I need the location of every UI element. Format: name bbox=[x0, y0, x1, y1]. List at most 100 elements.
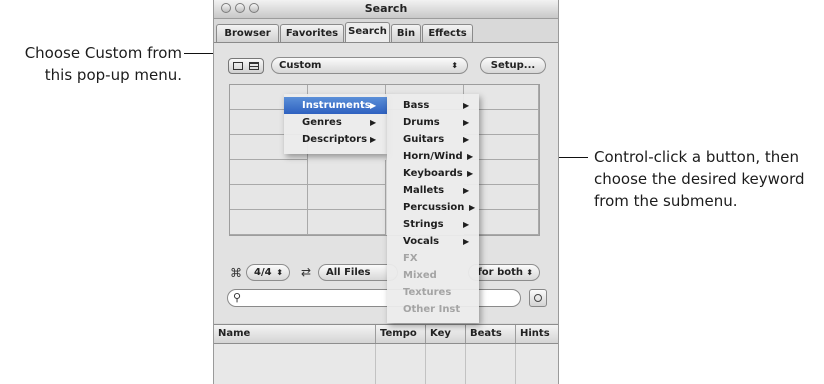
submenu-arrow-icon: ▶ bbox=[463, 101, 470, 110]
keyword-button[interactable] bbox=[308, 185, 386, 210]
window-title: Search bbox=[364, 2, 408, 15]
submenu-arrow-icon: ▶ bbox=[463, 220, 470, 229]
reset-icon bbox=[534, 294, 542, 302]
column-header-hints[interactable]: Hints bbox=[515, 325, 558, 343]
results-table-header: Name Tempo Key Beats Hints bbox=[214, 324, 558, 344]
menu-item-label: Horn/Wind bbox=[403, 151, 463, 162]
column-divider bbox=[515, 344, 516, 384]
submenu-item-drums[interactable]: Drums ▶ bbox=[387, 114, 479, 131]
submenu-item-percussion[interactable]: Percussion ▶ bbox=[387, 199, 479, 216]
column-view-icon[interactable] bbox=[249, 62, 259, 70]
instruments-submenu: Bass ▶ Drums ▶ Guitars ▶ Horn/Wind ▶ Key… bbox=[387, 94, 479, 323]
popup-arrows-icon: ⬍ bbox=[526, 268, 533, 277]
title-bar: Search bbox=[214, 0, 558, 19]
submenu-item-strings[interactable]: Strings ▶ bbox=[387, 216, 479, 233]
menu-item-label: Vocals bbox=[403, 236, 440, 247]
menu-item-label: Descriptors bbox=[302, 134, 368, 145]
column-header-key[interactable]: Key bbox=[425, 325, 465, 343]
setup-button-label: Setup... bbox=[490, 60, 536, 71]
column-divider bbox=[375, 344, 376, 384]
custom-popup[interactable]: Custom ⬍ bbox=[271, 57, 468, 74]
reset-search-button[interactable] bbox=[529, 289, 547, 307]
column-header-tempo[interactable]: Tempo bbox=[375, 325, 425, 343]
submenu-item-mixed: Mixed bbox=[387, 267, 479, 284]
menu-item-genres[interactable]: Genres ▶ bbox=[284, 114, 387, 131]
submenu-arrow-icon: ▶ bbox=[467, 169, 474, 178]
callout-left-line-1: Choose Custom from bbox=[24, 44, 182, 62]
submenu-arrow-icon: ▶ bbox=[463, 135, 470, 144]
callout-left-line-2: this pop-up menu. bbox=[44, 66, 182, 84]
popup-arrows-icon: ⬍ bbox=[276, 268, 283, 277]
callout-right-line-2: choose the desired keyword bbox=[594, 170, 805, 188]
good-for-popup-label: for both bbox=[477, 267, 523, 278]
custom-popup-label: Custom bbox=[279, 60, 322, 71]
setup-button[interactable]: Setup... bbox=[480, 57, 546, 74]
menu-item-label: Textures bbox=[403, 287, 452, 298]
column-header-beats[interactable]: Beats bbox=[465, 325, 515, 343]
button-view-icon[interactable] bbox=[233, 62, 243, 70]
submenu-item-textures: Textures bbox=[387, 284, 479, 301]
tab-effects[interactable]: Effects bbox=[422, 24, 473, 43]
menu-item-instruments[interactable]: Instruments ▶ bbox=[284, 97, 387, 114]
keyword-button[interactable] bbox=[230, 160, 308, 185]
menu-item-label: Percussion bbox=[403, 202, 465, 213]
submenu-arrow-icon: ▶ bbox=[463, 237, 470, 246]
column-divider bbox=[425, 344, 426, 384]
submenu-arrow-icon: ▶ bbox=[463, 118, 470, 127]
view-toggle[interactable] bbox=[228, 58, 264, 74]
menu-item-label: Bass bbox=[403, 100, 430, 111]
callout-right-line-3: from the submenu. bbox=[594, 192, 738, 210]
scale-popup[interactable]: All Files bbox=[318, 264, 398, 281]
submenu-item-fx: FX bbox=[387, 250, 479, 267]
menu-item-descriptors[interactable]: Descriptors ▶ bbox=[284, 131, 387, 148]
scale-icon: ⇄ bbox=[301, 265, 312, 279]
keyword-category-menu: Instruments ▶ Genres ▶ Descriptors ▶ bbox=[284, 94, 387, 154]
callout-right: Control-click a button, then choose the … bbox=[594, 146, 822, 212]
submenu-item-keyboards[interactable]: Keyboards ▶ bbox=[387, 165, 479, 182]
tab-favorites[interactable]: Favorites bbox=[280, 24, 344, 43]
results-table-body bbox=[214, 344, 558, 384]
column-header-name[interactable]: Name bbox=[214, 325, 375, 343]
menu-item-label: Genres bbox=[302, 117, 342, 128]
menu-item-label: Drums bbox=[403, 117, 440, 128]
menu-item-label: Instruments bbox=[302, 100, 371, 111]
menu-item-label: Strings bbox=[403, 219, 444, 230]
menu-item-label: Mixed bbox=[403, 270, 437, 281]
keyword-button[interactable] bbox=[308, 160, 386, 185]
submenu-item-guitars[interactable]: Guitars ▶ bbox=[387, 131, 479, 148]
keyword-button[interactable] bbox=[230, 185, 308, 210]
submenu-item-other-inst: Other Inst bbox=[387, 301, 479, 318]
scale-popup-label: All Files bbox=[326, 267, 371, 278]
callout-right-line-1: Control-click a button, then bbox=[594, 148, 800, 166]
menu-item-label: Guitars bbox=[403, 134, 445, 145]
tab-browser[interactable]: Browser bbox=[216, 24, 279, 43]
menu-item-label: Keyboards bbox=[403, 168, 463, 179]
submenu-arrow-icon: ▶ bbox=[370, 135, 377, 144]
signature-icon: ⌘ bbox=[230, 266, 242, 280]
keyword-button[interactable] bbox=[230, 210, 308, 235]
search-icon: ⚲ bbox=[233, 291, 242, 304]
tab-bar: Browser Favorites Search Bin Effects bbox=[214, 20, 558, 43]
submenu-arrow-icon: ▶ bbox=[370, 118, 377, 127]
submenu-item-horn-wind[interactable]: Horn/Wind ▶ bbox=[387, 148, 479, 165]
callout-left: Choose Custom from this pop-up menu. bbox=[0, 42, 182, 86]
popup-arrows-icon: ⬍ bbox=[451, 61, 458, 70]
keyword-button[interactable] bbox=[308, 210, 386, 235]
submenu-arrow-icon: ▶ bbox=[370, 101, 377, 110]
menu-item-label: Other Inst bbox=[403, 304, 461, 315]
search-window: Search Browser Favorites Search Bin Effe… bbox=[213, 0, 559, 384]
tab-search[interactable]: Search bbox=[345, 22, 390, 43]
submenu-arrow-icon: ▶ bbox=[469, 203, 476, 212]
tab-bin[interactable]: Bin bbox=[391, 24, 421, 43]
signature-popup-label: 4/4 bbox=[254, 267, 272, 278]
menu-item-label: Mallets bbox=[403, 185, 445, 196]
submenu-item-vocals[interactable]: Vocals ▶ bbox=[387, 233, 479, 250]
column-divider bbox=[465, 344, 466, 384]
search-panel: Custom ⬍ Setup... ⌘ 4/4 ⬍ ⇄ All Files fo… bbox=[214, 42, 558, 323]
menu-item-label: FX bbox=[403, 253, 418, 264]
submenu-arrow-icon: ▶ bbox=[463, 186, 470, 195]
submenu-arrow-icon: ▶ bbox=[467, 152, 474, 161]
submenu-item-bass[interactable]: Bass ▶ bbox=[387, 97, 479, 114]
submenu-item-mallets[interactable]: Mallets ▶ bbox=[387, 182, 479, 199]
signature-popup[interactable]: 4/4 ⬍ bbox=[246, 264, 290, 281]
